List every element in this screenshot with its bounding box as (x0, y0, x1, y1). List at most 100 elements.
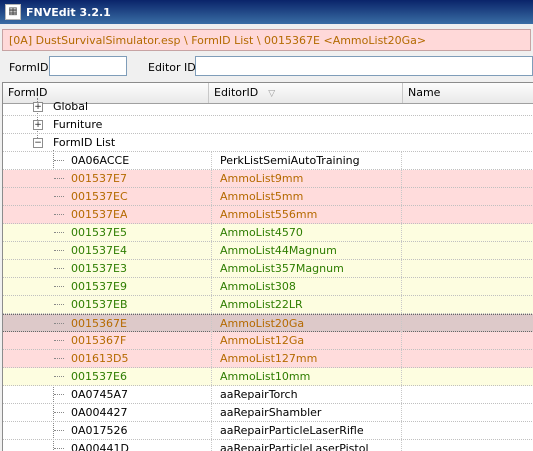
formid-cell: 0A004427 (71, 406, 128, 419)
editorid-cell: AmmoList20Ga (211, 315, 401, 332)
tree-line (54, 286, 64, 287)
formid-cell: 0A017526 (71, 424, 128, 437)
tree-line (54, 214, 64, 215)
editorid-cell: aaRepairShambler (211, 404, 401, 421)
tree-line (54, 340, 64, 341)
tree-line (54, 394, 64, 395)
tree-line (54, 430, 64, 431)
table-row[interactable]: 0A0745A7 aaRepairTorch (3, 386, 533, 404)
name-cell (401, 296, 533, 313)
table-row[interactable]: 001613D5 AmmoList127mm (3, 350, 533, 368)
editorid-cell: aaRepairTorch (211, 386, 401, 403)
expand-icon[interactable]: + (33, 120, 43, 130)
editorid-cell: AmmoList127mm (211, 350, 401, 367)
table-row[interactable]: 0A004427 aaRepairShambler (3, 404, 533, 422)
formid-filter-input[interactable] (49, 56, 127, 76)
tree-node-furniture[interactable]: + Furniture (3, 116, 533, 134)
editorid-cell: PerkListSemiAutoTraining (211, 152, 401, 169)
window-title: FNVEdit 3.2.1 (26, 5, 111, 19)
name-cell (401, 368, 533, 385)
name-cell (401, 332, 533, 349)
editorid-cell: AmmoList10mm (211, 368, 401, 385)
formid-cell: 0A06ACCE (71, 154, 130, 167)
name-cell (401, 188, 533, 205)
table-row[interactable]: 0A017526 aaRepairParticleLaserRifle (3, 422, 533, 440)
editorid-filter-label: Editor ID (148, 61, 196, 74)
formid-cell: 0015367F (71, 334, 127, 347)
formid-cell: 001537E7 (71, 172, 127, 185)
record-tree[interactable]: FormID EditorID ▽ Name + Global + Furnitu… (2, 82, 533, 451)
formid-cell: 001537E5 (71, 226, 127, 239)
editorid-filter-input[interactable] (195, 56, 533, 76)
table-row[interactable]: 0A00441D aaRepairParticleLaserPistol (3, 440, 533, 451)
tree-line (54, 304, 64, 305)
name-cell (401, 350, 533, 367)
tree-node-label: Furniture (53, 118, 103, 131)
editorid-cell: AmmoList5mm (211, 188, 401, 205)
formid-cell: 001537EA (71, 208, 128, 221)
table-row[interactable]: 001537EC AmmoList5mm (3, 188, 533, 206)
table-row[interactable]: 001537E9 AmmoList308 (3, 278, 533, 296)
formid-cell: 0A00441D (71, 442, 129, 451)
tree-node-global[interactable]: + Global (3, 98, 533, 116)
editorid-cell: AmmoList4570 (211, 224, 401, 241)
editorid-cell: aaRepairParticleLaserRifle (211, 422, 401, 439)
formid-cell: 0015367E (71, 317, 127, 330)
tree-node-formid-list[interactable]: − FormID List (3, 134, 533, 152)
tree-line (54, 232, 64, 233)
table-row[interactable]: 001537EA AmmoList556mm (3, 206, 533, 224)
formid-cell: 001613D5 (71, 352, 129, 365)
table-row[interactable]: 001537EB AmmoList22LR (3, 296, 533, 314)
table-row[interactable]: 001537E4 AmmoList44Magnum (3, 242, 533, 260)
name-cell (401, 224, 533, 241)
record-path: [0A] DustSurvivalSimulator.esp \ FormID … (2, 29, 531, 51)
name-cell (401, 422, 533, 439)
tree-node-label: Global (53, 100, 89, 113)
table-row[interactable]: 001537E7 AmmoList9mm (3, 170, 533, 188)
table-row[interactable]: 001537E5 AmmoList4570 (3, 224, 533, 242)
name-cell (401, 404, 533, 421)
tree-line (54, 412, 64, 413)
formid-cell: 0A0745A7 (71, 388, 129, 401)
name-cell (401, 440, 533, 451)
table-row[interactable]: 0A06ACCE PerkListSemiAutoTraining (3, 152, 533, 170)
formid-cell: 001537E3 (71, 262, 127, 275)
formid-cell: 001537E4 (71, 244, 127, 257)
collapse-icon[interactable]: − (33, 138, 43, 148)
formid-filter-label: FormID (9, 61, 49, 74)
title-bar: ▦ FNVEdit 3.2.1 (0, 0, 533, 24)
table-row[interactable]: 001537E6 AmmoList10mm (3, 368, 533, 386)
editorid-cell: AmmoList357Magnum (211, 260, 401, 277)
tree-line (54, 376, 64, 377)
name-cell (401, 260, 533, 277)
editorid-cell: aaRepairParticleLaserPistol (211, 440, 401, 451)
tree-line (54, 196, 64, 197)
editorid-cell: AmmoList44Magnum (211, 242, 401, 259)
expand-icon[interactable]: + (33, 102, 43, 112)
name-cell (401, 278, 533, 295)
editorid-cell: AmmoList556mm (211, 206, 401, 223)
app-icon: ▦ (5, 4, 21, 20)
filter-row: FormID Editor ID (0, 54, 533, 80)
tree-line (54, 178, 64, 179)
name-cell (401, 386, 533, 403)
table-row[interactable]: 001537E3 AmmoList357Magnum (3, 260, 533, 278)
tree-line (54, 160, 64, 161)
formid-cell: 001537E9 (71, 280, 127, 293)
editorid-cell: AmmoList9mm (211, 170, 401, 187)
editorid-cell: AmmoList22LR (211, 296, 401, 313)
editorid-cell: AmmoList12Ga (211, 332, 401, 349)
tree-line (54, 448, 64, 449)
name-cell (401, 152, 533, 169)
name-cell (401, 206, 533, 223)
tree-line (54, 358, 64, 359)
name-cell (401, 242, 533, 259)
name-cell (401, 315, 533, 332)
formid-cell: 001537EC (71, 190, 128, 203)
formid-cell: 001537EB (71, 298, 128, 311)
tree-line (54, 323, 64, 324)
formid-cell: 001537E6 (71, 370, 127, 383)
table-row-selected[interactable]: 0015367E AmmoList20Ga (3, 314, 533, 332)
editorid-cell: AmmoList308 (211, 278, 401, 295)
table-row[interactable]: 0015367F AmmoList12Ga (3, 332, 533, 350)
